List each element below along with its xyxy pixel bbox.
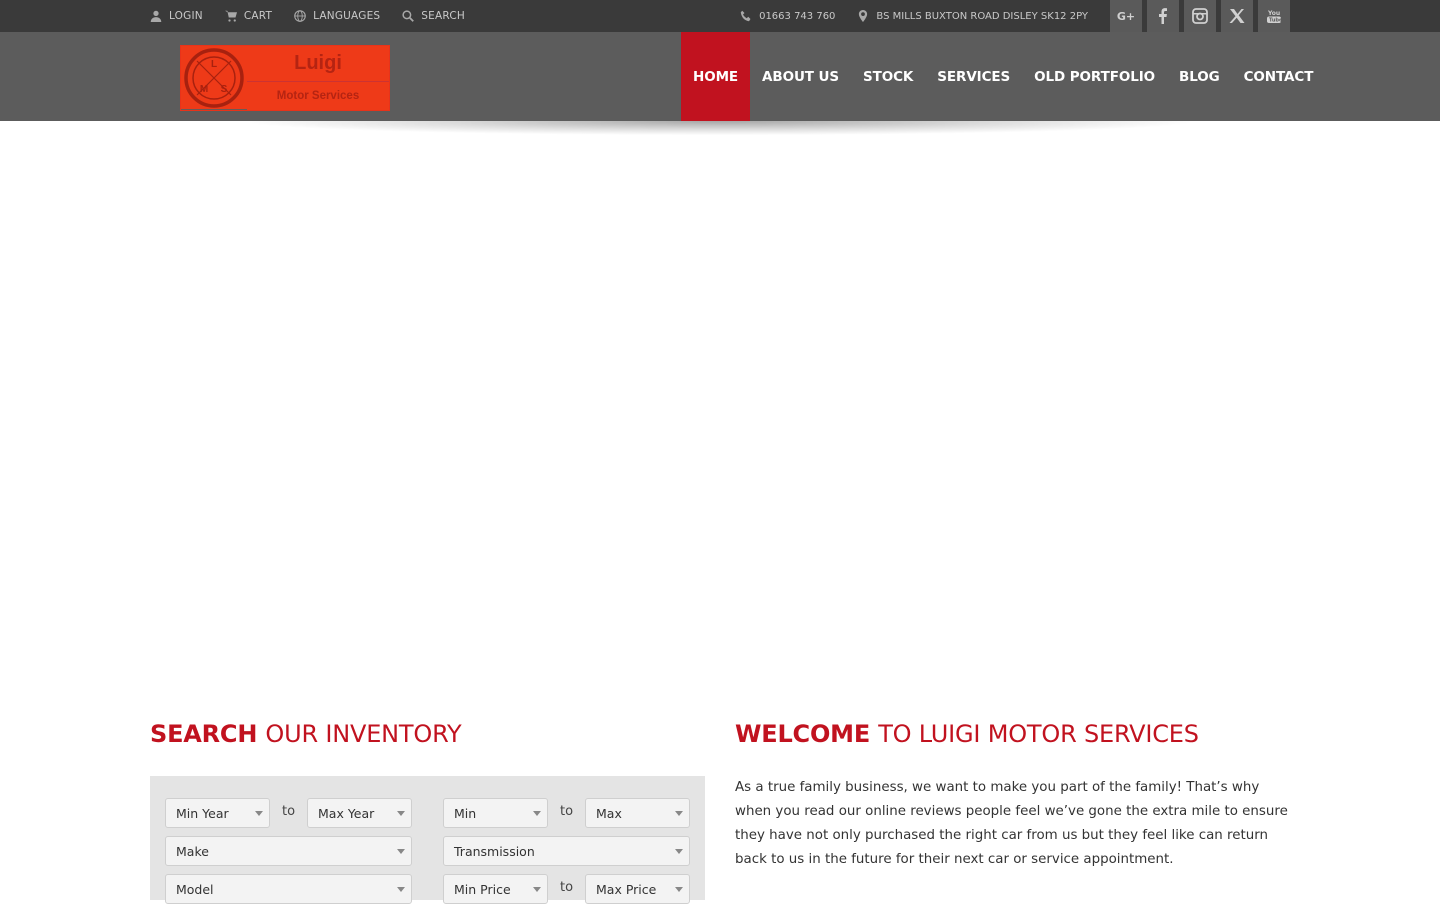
youtube-button[interactable]: You Tube <box>1258 0 1290 32</box>
globe-icon <box>294 10 306 22</box>
max-price-value: Max Price <box>596 881 657 897</box>
login-link[interactable]: LOGIN <box>150 10 203 22</box>
address-text: BS MILLS BUXTON ROAD DISLEY SK12 2PY <box>876 10 1088 22</box>
caret-down-icon <box>675 811 683 816</box>
min-mileage-value: Min <box>454 805 477 821</box>
caret-down-icon <box>675 849 683 854</box>
search-link[interactable]: SEARCH <box>402 10 465 22</box>
caret-down-icon <box>397 887 405 892</box>
phone-info[interactable]: 01663 743 760 <box>740 10 835 22</box>
nav-services[interactable]: SERVICES <box>925 32 1022 121</box>
transmission-select[interactable]: Transmission <box>443 836 690 866</box>
search-label: SEARCH <box>421 10 465 22</box>
caret-down-icon <box>675 887 683 892</box>
site-logo[interactable]: L M S Luigi Motor Services <box>180 45 390 111</box>
wheel-emblem-icon: L M S <box>184 47 244 108</box>
google-plus-button[interactable]: G+ <box>1110 0 1142 32</box>
logo-emblem: L M S <box>181 46 247 109</box>
social-links: G+ You Tube <box>1110 0 1290 32</box>
welcome-title-bold: WELCOME <box>735 720 871 748</box>
x-icon <box>1229 9 1245 23</box>
address-info: BS MILLS BUXTON ROAD DISLEY SK12 2PY <box>857 10 1088 22</box>
instagram-button[interactable] <box>1184 0 1216 32</box>
languages-link[interactable]: LANGUAGES <box>294 10 380 22</box>
nav-home[interactable]: HOME <box>681 32 751 121</box>
phone-number: 01663 743 760 <box>759 10 836 22</box>
search-inventory-title: SEARCH OUR INVENTORY <box>150 720 462 748</box>
languages-label: LANGUAGES <box>313 10 381 22</box>
nav-blog[interactable]: BLOG <box>1167 32 1232 121</box>
make-value: Make <box>176 843 209 859</box>
min-price-value: Min Price <box>454 881 511 897</box>
logo-name: Luigi <box>247 46 389 82</box>
caret-down-icon <box>255 811 263 816</box>
caret-down-icon <box>533 811 541 816</box>
search-icon <box>402 10 415 22</box>
search-title-bold: SEARCH <box>150 720 258 748</box>
svg-text:You: You <box>1267 10 1280 17</box>
nav-about-us[interactable]: ABOUT US <box>750 32 851 121</box>
phone-icon <box>740 10 751 22</box>
youtube-icon: YouTube <box>1267 10 1282 24</box>
top-bar-links: LOGIN CART LANGUAGES SEARCH <box>150 0 465 32</box>
facebook-button[interactable] <box>1147 0 1179 32</box>
facebook-icon <box>1159 8 1167 24</box>
caret-down-icon <box>397 849 405 854</box>
transmission-value: Transmission <box>454 843 535 859</box>
map-marker-icon <box>859 10 868 22</box>
max-mileage-value: Max <box>596 805 622 821</box>
min-year-select[interactable]: Min Year <box>165 798 270 828</box>
max-mileage-select[interactable]: Max <box>585 798 690 828</box>
mileage-to-label: to <box>560 804 574 819</box>
year-to-label: to <box>282 804 296 819</box>
welcome-title-light: TO LUIGI MOTOR SERVICES <box>878 720 1199 748</box>
header-shadow <box>250 121 1190 135</box>
cart-label: CART <box>243 10 273 22</box>
contact-info: 01663 743 760 BS MILLS BUXTON ROAD DISLE… <box>740 0 1088 32</box>
search-title-light: OUR INVENTORY <box>265 720 462 748</box>
nav-old-portfolio[interactable]: OLD PORTFOLIO <box>1022 32 1167 121</box>
login-label: LOGIN <box>169 10 203 22</box>
emblem-letter-s: S <box>221 84 228 95</box>
logo-text: Luigi Motor Services <box>247 46 389 110</box>
logo-subtitle: Motor Services <box>247 82 389 110</box>
emblem-letter-l: L <box>211 59 217 70</box>
emblem-letter-m: M <box>200 84 208 95</box>
instagram-icon <box>1192 8 1208 24</box>
top-bar: LOGIN CART LANGUAGES SEARCH 01663 743 76… <box>0 0 1440 32</box>
x-button[interactable] <box>1221 0 1253 32</box>
max-year-value: Max Year <box>318 805 375 821</box>
inventory-search-form: Min Year to Max Year Min to Max Make Tra… <box>150 776 705 904</box>
min-year-value: Min Year <box>176 805 229 821</box>
max-year-select[interactable]: Max Year <box>307 798 412 828</box>
svg-text:Tube: Tube <box>1269 18 1282 24</box>
main-nav: HOME ABOUT US STOCK SERVICES OLD PORTFOL… <box>681 32 1325 121</box>
caret-down-icon <box>397 811 405 816</box>
min-mileage-select[interactable]: Min <box>443 798 548 828</box>
user-icon <box>150 10 162 22</box>
cart-link[interactable]: CART <box>224 10 273 22</box>
welcome-title: WELCOME TO LUIGI MOTOR SERVICES <box>735 720 1199 748</box>
welcome-paragraph: As a true family business, we want to ma… <box>735 780 1288 867</box>
cart-icon <box>224 10 237 22</box>
price-to-label: to <box>560 880 574 895</box>
nav-contact[interactable]: CONTACT <box>1232 32 1326 121</box>
caret-down-icon <box>533 887 541 892</box>
nav-stock[interactable]: STOCK <box>851 32 925 121</box>
make-select[interactable]: Make <box>165 836 412 866</box>
model-value: Model <box>176 881 214 897</box>
google-plus-icon: G+ <box>1116 9 1136 23</box>
